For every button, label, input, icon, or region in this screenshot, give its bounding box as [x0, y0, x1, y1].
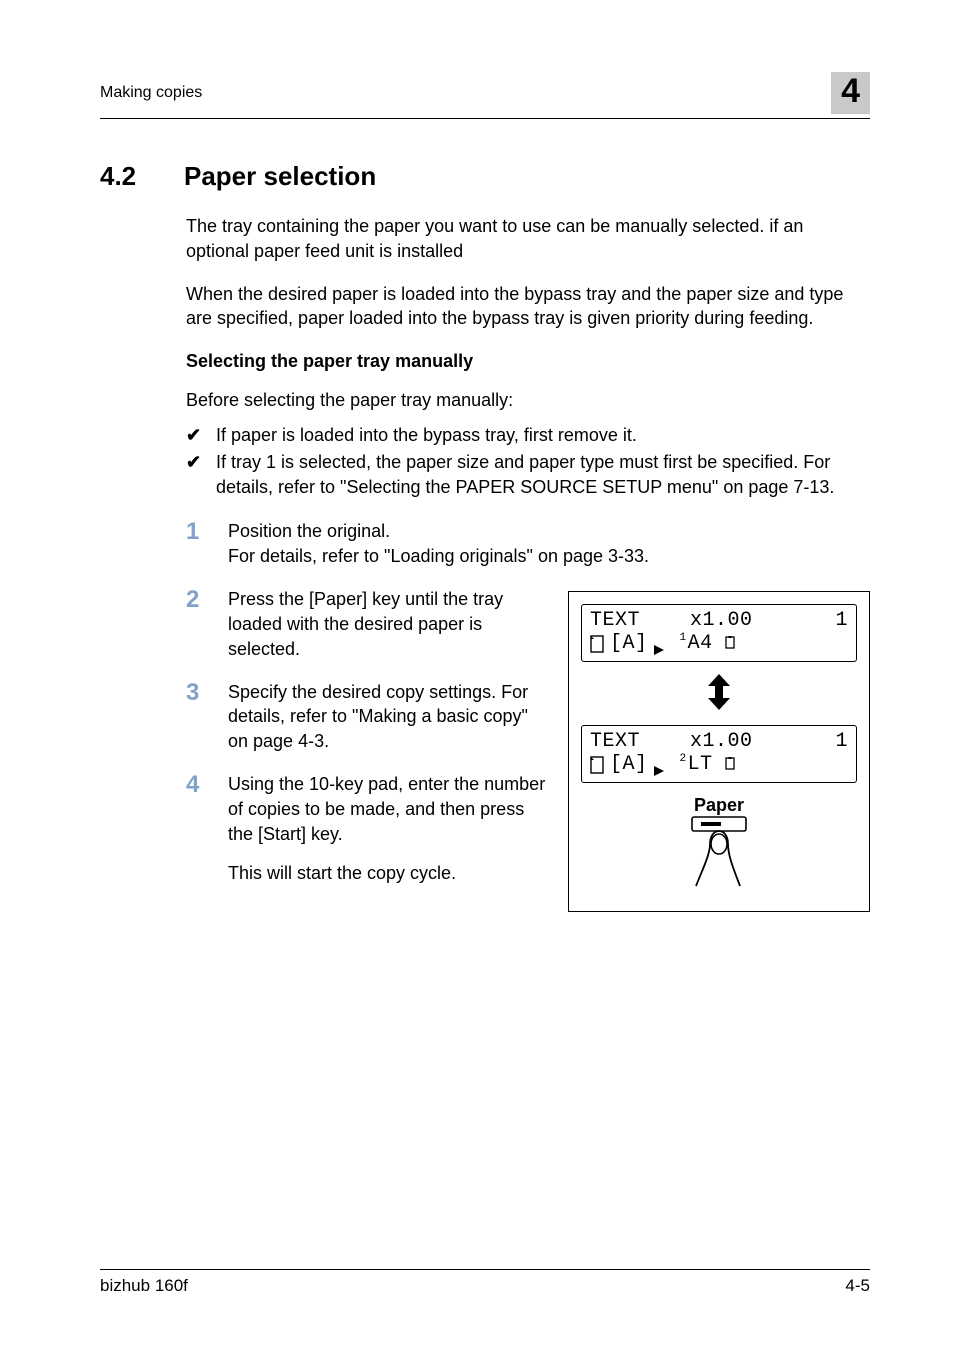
lcd-display-2: TEXT x1.00 1 [A] [581, 725, 857, 783]
lcd-display-1: TEXT x1.00 1 [A] [581, 604, 857, 662]
lcd-count: 1 [835, 730, 848, 753]
lcd-zoom: x1.00 [690, 609, 753, 632]
page-footer: bizhub 160f 4-5 [100, 1269, 870, 1296]
list-item: If tray 1 is selected, the paper size an… [186, 450, 870, 500]
page-icon [590, 756, 604, 774]
lcd-paper-size: A4 [688, 632, 713, 655]
before-line: Before selecting the paper tray manually… [186, 388, 870, 413]
step-text: Using the 10-key pad, enter the number o… [228, 772, 550, 885]
lcd-tray-index: 1 [680, 632, 687, 644]
tray-icon [654, 760, 664, 770]
running-head-title: Making copies [100, 84, 202, 102]
product-name: bizhub 160f [100, 1276, 188, 1296]
lcd-zoom: x1.00 [690, 730, 753, 753]
chapter-number-badge: 4 [831, 72, 870, 114]
step-4-result: This will start the copy cycle. [228, 861, 550, 886]
section-number: 4.2 [100, 161, 156, 192]
section-heading: 4.2 Paper selection [100, 161, 870, 192]
tray-icon [654, 639, 664, 649]
step-4: 4 Using the 10-key pad, enter the number… [186, 772, 550, 885]
paper-key-label: Paper [581, 795, 857, 816]
step-number: 2 [186, 587, 206, 661]
step-3: 3 Specify the desired copy settings. For… [186, 680, 550, 754]
paper-key-figure: TEXT x1.00 1 [A] [568, 591, 870, 912]
intro-paragraph-2: When the desired paper is loaded into th… [186, 282, 870, 332]
step-text: Specify the desired copy settings. For d… [228, 680, 550, 754]
step-text: Position the original. For details, refe… [228, 519, 649, 569]
subheading: Selecting the paper tray manually [186, 349, 870, 374]
toggle-arrow-icon [581, 674, 857, 715]
step-number: 3 [186, 680, 206, 754]
lcd-paper-size: LT [688, 753, 713, 776]
step-number: 4 [186, 772, 206, 885]
prerequisite-list: If paper is loaded into the bypass tray,… [186, 423, 870, 499]
page-number: 4-5 [845, 1276, 870, 1296]
step-number: 1 [186, 519, 206, 569]
running-head: Making copies 4 [100, 72, 870, 119]
step-2: 2 Press the [Paper] key until the tray l… [186, 587, 550, 661]
list-item: If paper is loaded into the bypass tray,… [186, 423, 870, 448]
intro-paragraph-1: The tray containing the paper you want t… [186, 214, 870, 264]
lcd-count: 1 [835, 609, 848, 632]
page-icon [590, 635, 604, 653]
press-key-illustration [581, 814, 857, 897]
step-1: 1 Position the original. For details, re… [186, 519, 870, 569]
section-title: Paper selection [184, 161, 376, 192]
lcd-tray-index: 2 [680, 753, 687, 765]
step-text: Press the [Paper] key until the tray loa… [228, 587, 550, 661]
lcd-mode: TEXT [590, 730, 640, 753]
lcd-mode: TEXT [590, 609, 640, 632]
